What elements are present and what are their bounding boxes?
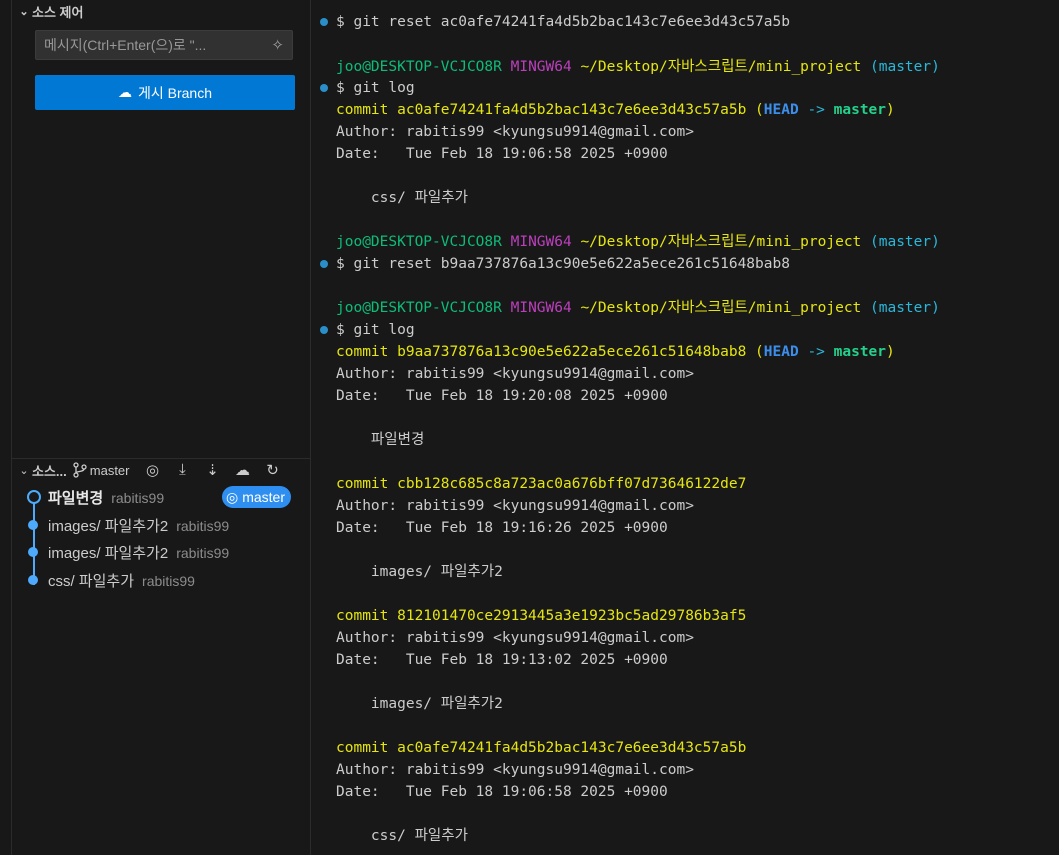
log-commit: commit cbb128c685c8a723ac0a676bff07d7364… (336, 476, 747, 492)
log-author: Author: rabitis99 <kyungsu9914@gmail.com… (336, 498, 694, 514)
command-decoration-icon[interactable] (320, 260, 328, 268)
command-decoration-icon[interactable] (320, 326, 328, 334)
log-message: 파일변경 (336, 432, 425, 448)
branch-ref: master (833, 344, 887, 360)
terminal-prompt: joo@DESKTOP-VCJCO8R MINGW64 ~/Desktop/자바… (336, 56, 940, 78)
head-ref: HEAD (763, 102, 799, 118)
command-decoration-icon[interactable] (320, 18, 328, 26)
fetch-icon[interactable]: ⤓ (168, 461, 198, 479)
head-ref: HEAD (763, 344, 799, 360)
terminal-command: $ git log (336, 322, 415, 338)
log-message: images/ 파일추가2 (336, 696, 503, 712)
log-author: Author: rabitis99 <kyungsu9914@gmail.com… (336, 124, 694, 140)
graph-title: 소스... (32, 463, 67, 479)
commit-author: rabitis99 (111, 489, 165, 506)
prompt-env: MINGW64 (510, 300, 572, 316)
activity-bar (0, 0, 12, 855)
commit-node-icon (28, 547, 38, 557)
push-cloud-icon[interactable]: ☁ (228, 461, 258, 479)
graph-row[interactable]: images/ 파일추가2 rabitis99 (12, 511, 310, 539)
target-icon[interactable]: ◎ (138, 461, 168, 479)
log-author: Author: rabitis99 <kyungsu9914@gmail.com… (336, 366, 694, 382)
ref-arrow: -> (807, 102, 825, 118)
log-message: images/ 파일추가2 (336, 564, 503, 580)
terminal-prompt: joo@DESKTOP-VCJCO8R MINGW64 ~/Desktop/자바… (336, 297, 940, 319)
terminal-command: $ git log (336, 80, 415, 96)
source-control-graph-header[interactable]: ⌄ 소스... master ◎ ⤓ ⇣ ☁ ↻ (12, 458, 310, 481)
log-commit: commit ac0afe74241fa4d5b2bac143c7e6ee3d4… (336, 102, 895, 118)
log-date: Date: Tue Feb 18 19:20:08 2025 +0900 (336, 388, 668, 404)
prompt-branch: (master) (870, 300, 940, 316)
commit-hash: commit ac0afe74241fa4d5b2bac143c7e6ee3d4… (336, 102, 747, 118)
prompt-env: MINGW64 (510, 59, 572, 75)
target-icon: ◎ (226, 488, 239, 505)
commit-node-icon (28, 575, 38, 585)
log-author: Author: rabitis99 <kyungsu9914@gmail.com… (336, 762, 694, 778)
prompt-branch: (master) (870, 234, 940, 250)
commit-author: rabitis99 (142, 572, 195, 589)
source-control-sidebar: ⌄ 소스 제어 메시지(Ctrl+Enter(으)로 "... ✧ ☁ 게시 B… (12, 0, 311, 855)
graph-branch-name: master (89, 462, 130, 478)
log-commit: commit 812101470ce2913445a3e1923bc5ad297… (336, 608, 747, 624)
commit-node-icon (28, 520, 38, 530)
cloud-upload-icon: ☁ (117, 84, 132, 100)
log-date: Date: Tue Feb 18 19:06:58 2025 +0900 (336, 784, 668, 800)
sparkle-icon[interactable]: ✧ (271, 36, 284, 54)
head-commit-node-icon (27, 490, 41, 504)
log-date: Date: Tue Feb 18 19:13:02 2025 +0900 (336, 652, 668, 668)
publish-branch-label: 게시 Branch (137, 84, 212, 101)
log-date: Date: Tue Feb 18 19:06:58 2025 +0900 (336, 146, 668, 162)
prompt-path: ~/Desktop/자바스크립트/mini_project (580, 234, 862, 250)
prompt-user: joo@DESKTOP-VCJCO8R (336, 300, 502, 316)
commit-message-input[interactable]: 메시지(Ctrl+Enter(으)로 "... ✧ (35, 30, 293, 60)
commit-message: images/ 파일추가2 (48, 517, 169, 535)
pull-icon[interactable]: ⇣ (198, 461, 228, 479)
source-control-header[interactable]: ⌄ 소스 제어 (12, 0, 83, 22)
log-commit: commit ac0afe74241fa4d5b2bac143c7e6ee3d4… (336, 740, 747, 756)
graph-row[interactable]: images/ 파일추가2 rabitis99 (12, 538, 310, 566)
commit-message-placeholder: 메시지(Ctrl+Enter(으)로 "... (44, 37, 207, 53)
prompt-env: MINGW64 (510, 234, 572, 250)
ref-arrow: -> (807, 344, 825, 360)
graph-row[interactable]: 파일변경 rabitis99 ◎ master (12, 483, 310, 511)
terminal[interactable]: $ git reset ac0afe74241fa4d5b2bac143c7e6… (316, 0, 1059, 855)
publish-branch-button[interactable]: ☁ 게시 Branch (35, 75, 295, 110)
chevron-down-icon: ⌄ (19, 5, 29, 18)
terminal-prompt: joo@DESKTOP-VCJCO8R MINGW64 ~/Desktop/자바… (336, 231, 940, 253)
commit-hash: commit b9aa737876a13c90e5e622a5ece261c51… (336, 344, 747, 360)
graph-branch[interactable]: master (73, 462, 130, 478)
command-decoration-icon[interactable] (320, 84, 328, 92)
log-date: Date: Tue Feb 18 19:16:26 2025 +0900 (336, 520, 668, 536)
prompt-user: joo@DESKTOP-VCJCO8R (336, 234, 502, 250)
graph-row[interactable]: css/ 파일추가 rabitis99 (12, 566, 310, 594)
terminal-command: $ git reset b9aa737876a13c90e5e622a5ece2… (336, 256, 790, 272)
commit-author: rabitis99 (176, 517, 230, 534)
commit-message: css/ 파일추가 (48, 572, 135, 590)
commit-author: rabitis99 (176, 544, 230, 561)
log-message: css/ 파일추가 (336, 828, 468, 844)
log-commit: commit b9aa737876a13c90e5e622a5ece261c51… (336, 344, 895, 360)
branch-badge: ◎ master (222, 486, 292, 508)
log-message: css/ 파일추가 (336, 190, 468, 206)
prompt-path: ~/Desktop/자바스크립트/mini_project (580, 59, 862, 75)
git-branch-icon (73, 462, 87, 478)
refresh-icon[interactable]: ↻ (258, 461, 288, 479)
commit-message: images/ 파일추가2 (48, 544, 169, 562)
log-author: Author: rabitis99 <kyungsu9914@gmail.com… (336, 630, 694, 646)
terminal-command: $ git reset ac0afe74241fa4d5b2bac143c7e6… (336, 14, 790, 30)
branch-badge-label: master (242, 489, 286, 505)
prompt-branch: (master) (870, 59, 940, 75)
prompt-user: joo@DESKTOP-VCJCO8R (336, 59, 502, 75)
source-control-title: 소스 제어 (32, 4, 84, 20)
branch-ref: master (833, 102, 887, 118)
commit-message: 파일변경 (48, 489, 104, 507)
prompt-path: ~/Desktop/자바스크립트/mini_project (580, 300, 862, 316)
chevron-down-icon: ⌄ (19, 464, 29, 477)
